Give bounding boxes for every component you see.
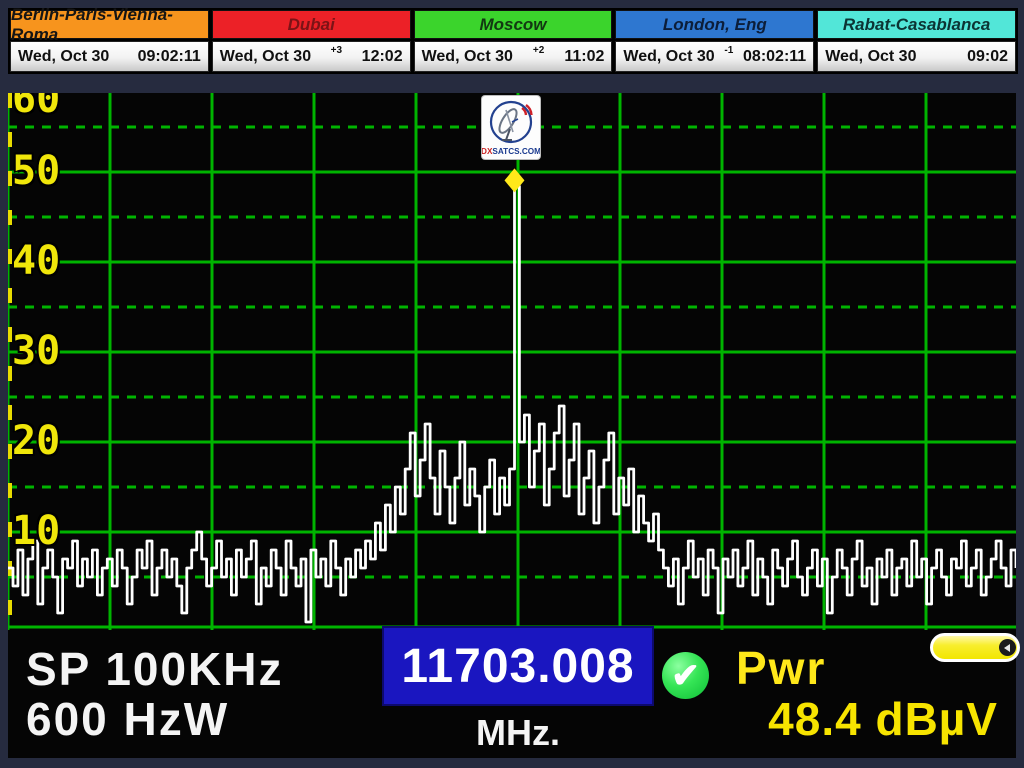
y-axis-label: 30 — [12, 331, 60, 371]
world-clock-bar: Berlin-Paris-Vienna-Roma Dubai Moscow Lo… — [8, 8, 1018, 74]
bandwidth-label: 600 HzW — [26, 696, 229, 742]
frequency-field[interactable]: 11703.008 — [382, 626, 654, 706]
clock-time: 09:02:11 — [138, 48, 201, 66]
clock-time-london: Wed, Oct 30 -1 08:02:11 — [615, 41, 814, 72]
clock-time-berlin: Wed, Oct 30 09:02:11 — [10, 41, 209, 72]
readout-panel: SP 100KHz 600 HzW 11703.008 MHz. ✔ Pwr 4… — [8, 630, 1016, 758]
y-axis-label: 50 — [12, 151, 60, 191]
clock-time-dubai: Wed, Oct 30 +3 12:02 — [212, 41, 411, 72]
clock-date: Wed, Oct 30 — [18, 48, 109, 66]
y-axis-label: 60 — [12, 93, 60, 119]
y-axis-label: 20 — [12, 421, 60, 461]
clock-city-berlin: Berlin-Paris-Vienna-Roma — [10, 10, 209, 39]
dxsatcs-logo: DXSATCS.COM — [482, 96, 540, 159]
clock-time: 09:02 — [967, 48, 1008, 66]
lock-ok-icon: ✔ — [662, 652, 709, 699]
svg-text:DXSATCS.COM: DXSATCS.COM — [482, 147, 540, 156]
clock-date: Wed, Oct 30 — [422, 48, 513, 66]
clock-city-london: London, Eng — [615, 10, 814, 39]
clock-time: 12:02 — [362, 48, 403, 66]
y-axis-label: 40 — [12, 241, 60, 281]
clock-utc-offset: +2 — [513, 45, 564, 56]
clock-time-moscow: Wed, Oct 30 +2 11:02 — [414, 41, 613, 72]
power-value: 48.4 dBµV — [648, 694, 998, 744]
clock-date: Wed, Oct 30 — [220, 48, 311, 66]
clock-time: 11:02 — [564, 48, 604, 66]
clock-utc-offset: -1 — [715, 45, 743, 56]
spectrum-plot: 60 50 40 30 20 10 DXSATCS.COM — [8, 93, 1016, 630]
clock-date: Wed, Oct 30 — [825, 48, 916, 66]
clock-city-dubai: Dubai — [212, 10, 411, 39]
clock-city-moscow: Moscow — [414, 10, 613, 39]
power-label: Pwr — [736, 644, 826, 692]
frequency-unit-label: MHz. — [382, 712, 654, 754]
clock-time: 08:02:11 — [743, 48, 806, 66]
clock-city-rabat: Rabat-Casablanca — [817, 10, 1016, 39]
satellite-dish-icon: DXSATCS.COM — [482, 96, 540, 159]
speaker-icon — [999, 639, 1016, 656]
clock-utc-offset: +3 — [311, 45, 362, 56]
clock-date: Wed, Oct 30 — [623, 48, 714, 66]
volume-slider[interactable] — [930, 633, 1020, 662]
checkmark-icon: ✔ — [671, 656, 700, 696]
y-axis-label: 10 — [12, 511, 60, 551]
spectrum-svg — [8, 93, 1016, 630]
clock-time-rabat: Wed, Oct 30 09:02 — [817, 41, 1016, 72]
span-label: SP 100KHz — [26, 646, 284, 692]
